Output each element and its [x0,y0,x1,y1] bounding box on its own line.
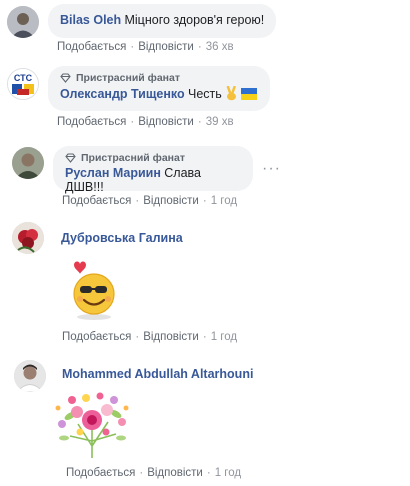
like-link[interactable]: Подобається [57,41,126,53]
comment-author[interactable]: Руслан Мариин [65,166,161,180]
svg-text:СТС: СТС [14,73,33,83]
fan-badge: Пристрасний фанат [65,152,241,164]
comment-actions: Подобається · Відповісти · 1 год [62,195,237,207]
comment-author[interactable]: Олександр Тищенко [60,87,185,101]
comment-3: Пристрасний фанат Руслан Мариин Слава ДШ… [0,140,410,215]
comment-bubble: Пристрасний фанат Руслан Мариин Слава ДШ… [53,146,253,194]
diamond-icon [60,73,71,83]
comment-author[interactable]: Bilas Oleh [60,13,121,27]
avatar[interactable] [14,360,46,392]
ukraine-flag-emoji [241,88,258,103]
page-logo-avatar[interactable]: СТС [7,68,39,100]
separator: · [197,41,202,53]
reply-link[interactable]: Відповісти [143,195,199,207]
comment-2: СТС Пристрасний фанат Олександр Тищенко … [0,60,410,140]
avatar[interactable] [12,222,44,254]
like-link[interactable]: Подобається [62,331,131,343]
fan-badge-label: Пристрасний фанат [76,72,181,84]
avatar[interactable] [7,6,39,38]
smiley-with-heart-sticker [62,257,122,323]
comment-actions: Подобається · Відповісти · 1 год [62,331,237,343]
separator: · [130,41,135,53]
like-link[interactable]: Подобається [66,467,135,479]
separator: · [139,467,144,479]
reply-link[interactable]: Відповісти [147,467,203,479]
flower-bouquet-sticker [50,386,134,460]
comment-text: Міцного здоров'я герою! [124,13,265,27]
separator: · [202,331,207,343]
separator: · [135,331,140,343]
comment-4: Дубровська Галина Подобається · Відповісти… [0,215,410,350]
comment-actions: Подобається · Відповісти · 39 хв [57,116,234,128]
comment-actions: Подобається · Відповісти · 36 хв [57,41,234,53]
fan-badge-label: Пристрасний фанат [81,152,186,164]
fan-badge: Пристрасний фанат [60,72,258,84]
reply-link[interactable]: Відповісти [138,116,194,128]
comment-actions: Подобається · Відповісти · 1 год [66,467,241,479]
comment-time[interactable]: 1 год [211,195,237,207]
comment-time[interactable]: 39 хв [206,116,234,128]
comment-author[interactable]: Дубровська Галина [61,231,183,245]
like-link[interactable]: Подобається [62,195,131,207]
like-link[interactable]: Подобається [57,116,126,128]
reply-link[interactable]: Відповісти [138,41,194,53]
separator: · [202,195,207,207]
diamond-icon [65,153,76,163]
comment-time[interactable]: 36 хв [206,41,234,53]
comment-author[interactable]: Mohammed Abdullah Altarhouni [62,367,253,381]
comment-bubble: Пристрасний фанат Олександр Тищенко Чест… [48,66,270,111]
separator: · [130,116,135,128]
separator: · [135,195,140,207]
reply-link[interactable]: Відповісти [143,331,199,343]
comment-time[interactable]: 1 год [211,331,237,343]
separator: · [206,467,211,479]
comment-text: Честь [188,87,222,101]
victory-hand-emoji [225,85,238,104]
comment-5: Mohammed Abdullah Altarhouni Подобається… [0,350,410,486]
more-options-icon[interactable]: ··· [262,160,281,178]
avatar[interactable] [12,147,44,179]
comment-time[interactable]: 1 год [215,467,241,479]
comment-1: Bilas Oleh Міцного здоров'я герою! Подоб… [0,0,410,60]
separator: · [197,116,202,128]
comment-bubble: Bilas Oleh Міцного здоров'я герою! [48,4,277,38]
